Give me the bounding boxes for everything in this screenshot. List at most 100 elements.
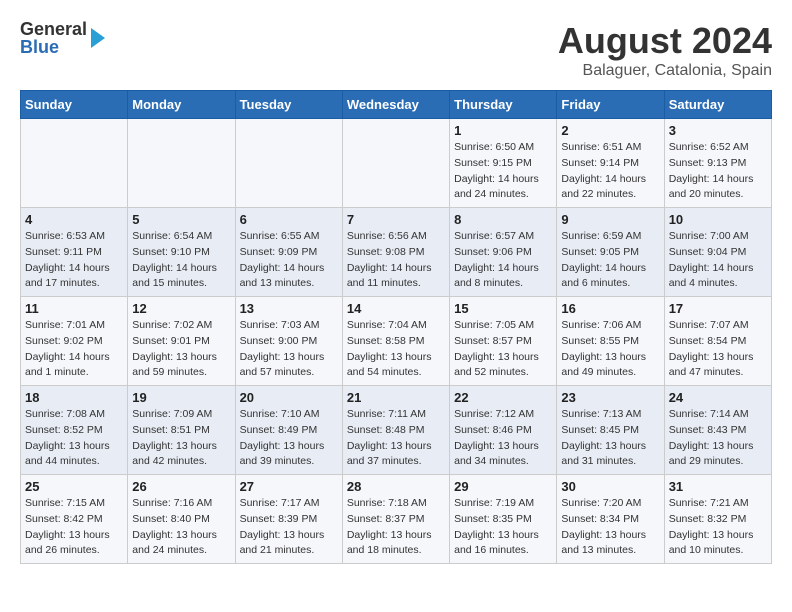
calendar-cell: 9 Sunrise: 6:59 AM Sunset: 9:05 PM Daylig… <box>557 208 664 297</box>
header-row: SundayMondayTuesdayWednesdayThursdayFrid… <box>21 91 772 119</box>
calendar-cell: 7 Sunrise: 6:56 AM Sunset: 9:08 PM Daylig… <box>342 208 449 297</box>
calendar-cell: 24 Sunrise: 7:14 AM Sunset: 8:43 PM Dayli… <box>664 386 771 475</box>
calendar-cell: 12 Sunrise: 7:02 AM Sunset: 9:01 PM Dayli… <box>128 297 235 386</box>
day-info: Sunrise: 7:00 AM Sunset: 9:04 PM Dayligh… <box>669 229 767 292</box>
day-info: Sunrise: 7:04 AM Sunset: 8:58 PM Dayligh… <box>347 318 445 381</box>
day-info: Sunrise: 6:57 AM Sunset: 9:06 PM Dayligh… <box>454 229 552 292</box>
day-number: 20 <box>240 390 338 405</box>
header-friday: Friday <box>557 91 664 119</box>
week-row-3: 11Sunrise: 7:01 AM Sunset: 9:02 PM Dayli… <box>21 297 772 386</box>
day-info: Sunrise: 6:59 AM Sunset: 9:05 PM Dayligh… <box>561 229 659 292</box>
page-header: General Blue August 2024 Balaguer, Catal… <box>20 20 772 80</box>
header-monday: Monday <box>128 91 235 119</box>
calendar-cell: 17 Sunrise: 7:07 AM Sunset: 8:54 PM Dayli… <box>664 297 771 386</box>
day-info: Sunrise: 6:54 AM Sunset: 9:10 PM Dayligh… <box>132 229 230 292</box>
page-subtitle: Balaguer, Catalonia, Spain <box>558 62 772 80</box>
calendar-cell: 27 Sunrise: 7:17 AM Sunset: 8:39 PM Dayli… <box>235 475 342 564</box>
calendar-body: 1Sunrise: 6:50 AM Sunset: 9:15 PM Daylig… <box>21 119 772 564</box>
day-info: Sunrise: 7:06 AM Sunset: 8:55 PM Dayligh… <box>561 318 659 381</box>
day-info: Sunrise: 7:07 AM Sunset: 8:54 PM Dayligh… <box>669 318 767 381</box>
day-number: 14 <box>347 301 445 316</box>
day-number: 21 <box>347 390 445 405</box>
calendar-cell: 16 Sunrise: 7:06 AM Sunset: 8:55 PM Dayli… <box>557 297 664 386</box>
logo-blue: Blue <box>20 38 87 56</box>
day-number: 11 <box>25 301 123 316</box>
calendar-cell: 14 Sunrise: 7:04 AM Sunset: 8:58 PM Dayli… <box>342 297 449 386</box>
day-info: Sunrise: 7:10 AM Sunset: 8:49 PM Dayligh… <box>240 407 338 470</box>
day-number: 2 <box>561 123 659 138</box>
header-sunday: Sunday <box>21 91 128 119</box>
day-number: 10 <box>669 212 767 227</box>
day-number: 1 <box>454 123 552 138</box>
day-info: Sunrise: 7:03 AM Sunset: 9:00 PM Dayligh… <box>240 318 338 381</box>
day-number: 27 <box>240 479 338 494</box>
logo-general: General <box>20 20 87 38</box>
logo: General Blue <box>20 20 105 56</box>
day-number: 29 <box>454 479 552 494</box>
calendar-cell: 1Sunrise: 6:50 AM Sunset: 9:15 PM Daylig… <box>450 119 557 208</box>
day-info: Sunrise: 7:02 AM Sunset: 9:01 PM Dayligh… <box>132 318 230 381</box>
day-number: 5 <box>132 212 230 227</box>
day-number: 31 <box>669 479 767 494</box>
logo-text: General Blue <box>20 20 87 56</box>
day-number: 30 <box>561 479 659 494</box>
week-row-1: 1Sunrise: 6:50 AM Sunset: 9:15 PM Daylig… <box>21 119 772 208</box>
day-info: Sunrise: 6:51 AM Sunset: 9:14 PM Dayligh… <box>561 140 659 203</box>
calendar-cell: 26 Sunrise: 7:16 AM Sunset: 8:40 PM Dayli… <box>128 475 235 564</box>
day-number: 6 <box>240 212 338 227</box>
calendar-cell: 20 Sunrise: 7:10 AM Sunset: 8:49 PM Dayli… <box>235 386 342 475</box>
day-number: 28 <box>347 479 445 494</box>
page-title: August 2024 <box>558 20 772 62</box>
day-number: 26 <box>132 479 230 494</box>
calendar-cell: 29Sunrise: 7:19 AM Sunset: 8:35 PM Dayli… <box>450 475 557 564</box>
day-number: 13 <box>240 301 338 316</box>
header-thursday: Thursday <box>450 91 557 119</box>
calendar-table: SundayMondayTuesdayWednesdayThursdayFrid… <box>20 90 772 564</box>
day-info: Sunrise: 7:12 AM Sunset: 8:46 PM Dayligh… <box>454 407 552 470</box>
day-info: Sunrise: 7:18 AM Sunset: 8:37 PM Dayligh… <box>347 496 445 559</box>
calendar-cell: 19 Sunrise: 7:09 AM Sunset: 8:51 PM Dayli… <box>128 386 235 475</box>
day-number: 8 <box>454 212 552 227</box>
day-number: 12 <box>132 301 230 316</box>
day-info: Sunrise: 7:08 AM Sunset: 8:52 PM Dayligh… <box>25 407 123 470</box>
day-info: Sunrise: 6:56 AM Sunset: 9:08 PM Dayligh… <box>347 229 445 292</box>
calendar-cell <box>342 119 449 208</box>
calendar-cell <box>128 119 235 208</box>
week-row-5: 25 Sunrise: 7:15 AM Sunset: 8:42 PM Dayli… <box>21 475 772 564</box>
header-tuesday: Tuesday <box>235 91 342 119</box>
day-number: 18 <box>25 390 123 405</box>
day-number: 9 <box>561 212 659 227</box>
day-number: 7 <box>347 212 445 227</box>
calendar-cell: 22 Sunrise: 7:12 AM Sunset: 8:46 PM Dayli… <box>450 386 557 475</box>
day-number: 22 <box>454 390 552 405</box>
day-number: 25 <box>25 479 123 494</box>
calendar-cell: 6Sunrise: 6:55 AM Sunset: 9:09 PM Daylig… <box>235 208 342 297</box>
day-info: Sunrise: 7:09 AM Sunset: 8:51 PM Dayligh… <box>132 407 230 470</box>
calendar-cell: 10 Sunrise: 7:00 AM Sunset: 9:04 PM Dayli… <box>664 208 771 297</box>
calendar-cell: 28 Sunrise: 7:18 AM Sunset: 8:37 PM Dayli… <box>342 475 449 564</box>
calendar-cell: 8 Sunrise: 6:57 AM Sunset: 9:06 PM Daylig… <box>450 208 557 297</box>
calendar-cell: 3Sunrise: 6:52 AM Sunset: 9:13 PM Daylig… <box>664 119 771 208</box>
day-info: Sunrise: 7:17 AM Sunset: 8:39 PM Dayligh… <box>240 496 338 559</box>
calendar-cell: 18 Sunrise: 7:08 AM Sunset: 8:52 PM Dayli… <box>21 386 128 475</box>
day-number: 19 <box>132 390 230 405</box>
header-saturday: Saturday <box>664 91 771 119</box>
day-info: Sunrise: 7:14 AM Sunset: 8:43 PM Dayligh… <box>669 407 767 470</box>
calendar-cell: 4Sunrise: 6:53 AM Sunset: 9:11 PM Daylig… <box>21 208 128 297</box>
calendar-cell: 31Sunrise: 7:21 AM Sunset: 8:32 PM Dayli… <box>664 475 771 564</box>
day-info: Sunrise: 7:11 AM Sunset: 8:48 PM Dayligh… <box>347 407 445 470</box>
day-number: 17 <box>669 301 767 316</box>
calendar-cell: 21 Sunrise: 7:11 AM Sunset: 8:48 PM Dayli… <box>342 386 449 475</box>
calendar-cell: 25 Sunrise: 7:15 AM Sunset: 8:42 PM Dayli… <box>21 475 128 564</box>
day-number: 24 <box>669 390 767 405</box>
day-info: Sunrise: 7:20 AM Sunset: 8:34 PM Dayligh… <box>561 496 659 559</box>
week-row-4: 18 Sunrise: 7:08 AM Sunset: 8:52 PM Dayli… <box>21 386 772 475</box>
day-number: 15 <box>454 301 552 316</box>
day-info: Sunrise: 7:15 AM Sunset: 8:42 PM Dayligh… <box>25 496 123 559</box>
day-info: Sunrise: 7:16 AM Sunset: 8:40 PM Dayligh… <box>132 496 230 559</box>
calendar-header: SundayMondayTuesdayWednesdayThursdayFrid… <box>21 91 772 119</box>
day-number: 16 <box>561 301 659 316</box>
calendar-cell <box>21 119 128 208</box>
day-info: Sunrise: 6:53 AM Sunset: 9:11 PM Dayligh… <box>25 229 123 292</box>
calendar-cell: 5 Sunrise: 6:54 AM Sunset: 9:10 PM Daylig… <box>128 208 235 297</box>
